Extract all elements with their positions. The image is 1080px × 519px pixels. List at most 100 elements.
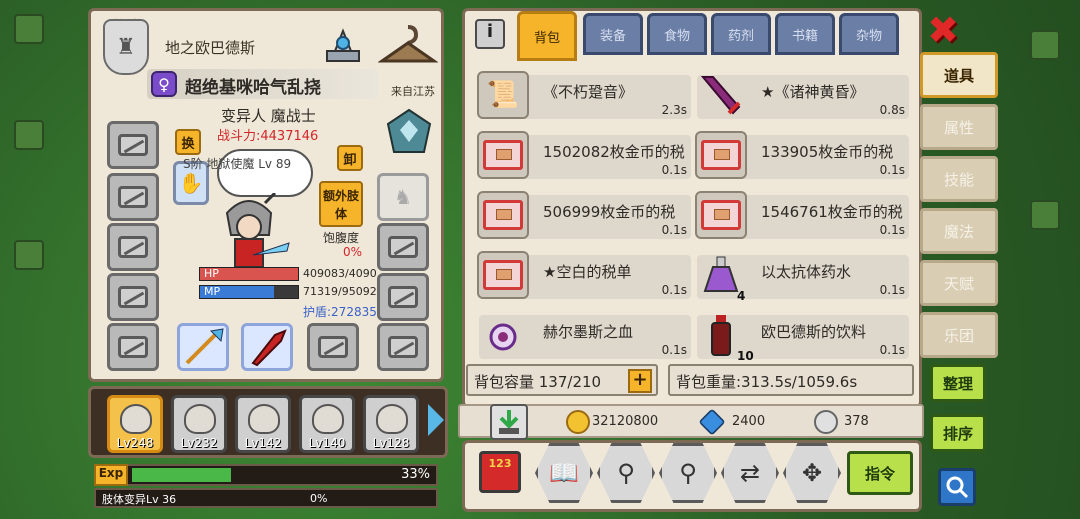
inventory-item[interactable]: 赫尔墨斯之血 0.1s	[479, 315, 691, 359]
inventory-item[interactable]: 📜 《不朽跫音》 2.3s	[477, 71, 691, 119]
side-tab-magic[interactable]: 魔法	[920, 208, 998, 254]
silver-coin-icon	[814, 410, 838, 434]
arrange-button[interactable]: 整理	[930, 364, 986, 402]
item-weight: 2.3s	[661, 103, 687, 117]
equip-slot-empty[interactable]	[107, 273, 159, 321]
limb-mutation-bar: 肢体变异Lv 36 0%	[94, 488, 438, 508]
download-arrow-icon	[499, 410, 519, 434]
sort-button[interactable]: 排序	[930, 414, 986, 452]
side-tab-skills[interactable]: 技能	[920, 156, 998, 202]
equip-slot-empty[interactable]	[107, 323, 159, 371]
book-icon: 📖	[549, 459, 579, 487]
player-title-row: ♀ 超绝基咪哈气乱挠	[147, 69, 379, 99]
player-class: 变异人 魔战士	[221, 107, 316, 125]
item-name: ★《诸神黄昏》	[761, 83, 865, 101]
diamond-amount: 2400	[732, 414, 766, 429]
expand-capacity-button[interactable]: +	[628, 369, 652, 393]
side-tab-talents[interactable]: 天赋	[920, 260, 998, 306]
equip-slot-empty[interactable]	[307, 323, 359, 371]
ghost-armor-icon: ♞	[394, 185, 412, 209]
tab-food[interactable]: 食物	[647, 13, 707, 55]
equip-slot-empty[interactable]	[107, 173, 159, 221]
inspect-tool-button[interactable]: ⚲	[659, 443, 717, 503]
search-button[interactable]	[938, 468, 976, 506]
party-avatar	[312, 404, 344, 434]
weapon-slot-spear[interactable]	[177, 323, 229, 371]
unequip-button[interactable]: 卸	[337, 145, 363, 171]
equip-slot-empty[interactable]	[107, 223, 159, 271]
hp-bar: HP	[199, 267, 299, 281]
backpack-weight: 背包重量:313.5s/1059.6s	[668, 364, 914, 396]
swap-tool-button[interactable]: ⇄	[721, 443, 779, 503]
item-name: 133905枚金币的税	[761, 143, 894, 161]
book-tool-button[interactable]: 📖	[535, 443, 593, 503]
search-icon	[946, 476, 969, 499]
tab-equipment[interactable]: 装备	[583, 13, 643, 55]
wardrobe-hanger-button[interactable]	[377, 19, 439, 69]
equip-slot-empty[interactable]	[377, 223, 429, 271]
party-member[interactable]: Lv248	[107, 395, 163, 453]
weapon-slot-blade[interactable]	[241, 323, 293, 371]
item-weight: 0.1s	[661, 343, 687, 357]
tab-misc[interactable]: 杂物	[839, 13, 899, 55]
move-tool-button[interactable]: ✥	[783, 443, 841, 503]
inventory-item[interactable]: 133905枚金币的税 0.1s	[695, 131, 909, 179]
party-member[interactable]: Lv142	[235, 395, 291, 453]
item-weight: 0.8s	[879, 103, 905, 117]
inventory-item[interactable]: 506999枚金币的税 0.1s	[477, 191, 691, 239]
limb-mutation-percent: 0%	[310, 492, 328, 505]
equip-slot-ghost[interactable]: ♞	[377, 173, 429, 221]
equip-slot-empty[interactable]	[377, 273, 429, 321]
tab-backpack[interactable]: 背包	[517, 11, 577, 61]
magnifier-icon: ⚲	[617, 459, 635, 487]
inventory-item[interactable]: ★空白的税单 0.1s	[477, 251, 691, 299]
number-sort-button[interactable]: 123	[479, 451, 521, 493]
info-button[interactable]: i	[475, 19, 505, 49]
side-tab-band[interactable]: 乐团	[920, 312, 998, 358]
party-member[interactable]: Lv140	[299, 395, 355, 453]
item-weight: 0.1s	[879, 163, 905, 177]
extra-limb-button[interactable]: 额外肢体	[319, 181, 363, 227]
hp-value: 409083/4090	[303, 267, 377, 280]
item-name: 赫尔墨斯之血	[543, 323, 634, 341]
sword-icon	[695, 71, 747, 119]
equip-slot-empty[interactable]	[377, 323, 429, 371]
backpack-capacity: 背包容量 137/210 +	[466, 364, 658, 396]
exp-bar: Exp 33%	[94, 464, 438, 486]
deposit-button[interactable]	[490, 404, 528, 440]
inventory-item[interactable]: 1502082枚金币的税 0.1s	[477, 131, 691, 179]
party-member-level: Lv232	[180, 436, 218, 450]
female-gender-icon: ♀	[151, 71, 177, 97]
inventory-item[interactable]: 1546761枚金币的税 0.1s	[695, 191, 909, 239]
inventory-item[interactable]: 4 以太抗体药水 0.1s	[697, 255, 909, 303]
magnify-tool-button[interactable]: ⚲	[597, 443, 655, 503]
mp-bar: MP	[199, 285, 299, 299]
swap-button[interactable]: 换	[175, 129, 201, 155]
party-avatar	[248, 404, 280, 434]
party-bar: Lv248 Lv232 Lv142 Lv140 Lv128	[88, 386, 448, 458]
command-button[interactable]: 指令	[847, 451, 913, 495]
tab-books[interactable]: 书籍	[775, 13, 835, 55]
bg-tile	[14, 14, 44, 44]
four-arrows-icon: ✥	[801, 459, 823, 487]
party-next-arrow-icon[interactable]	[428, 404, 444, 436]
rank-emblem-icon[interactable]: ♜	[103, 19, 149, 75]
guild-beacon-button[interactable]	[319, 21, 367, 67]
bg-tile	[1030, 30, 1060, 60]
capacity-text: 背包容量 137/210	[474, 373, 602, 391]
equip-slot-empty[interactable]	[107, 121, 159, 169]
inventory-item[interactable]: ★《诸神黄昏》 0.8s	[697, 75, 909, 119]
tab-potions[interactable]: 药剂	[711, 13, 771, 55]
party-member[interactable]: Lv128	[363, 395, 419, 453]
party-member-level: Lv128	[372, 436, 410, 450]
side-tab-attributes[interactable]: 属性	[920, 104, 998, 150]
inventory-item[interactable]: 10 欧巴德斯的饮料 0.1s	[697, 315, 909, 363]
hunger-label: 饱腹度	[323, 231, 360, 245]
player-origin: 来自江苏	[391, 85, 435, 98]
tax-bill-icon	[477, 131, 529, 179]
soul-gem-icon[interactable]	[385, 107, 433, 159]
close-button[interactable]: ✖	[924, 11, 962, 50]
party-member[interactable]: Lv232	[171, 395, 227, 453]
side-tab-items[interactable]: 道具	[920, 52, 998, 98]
tax-bill-icon	[477, 251, 529, 299]
